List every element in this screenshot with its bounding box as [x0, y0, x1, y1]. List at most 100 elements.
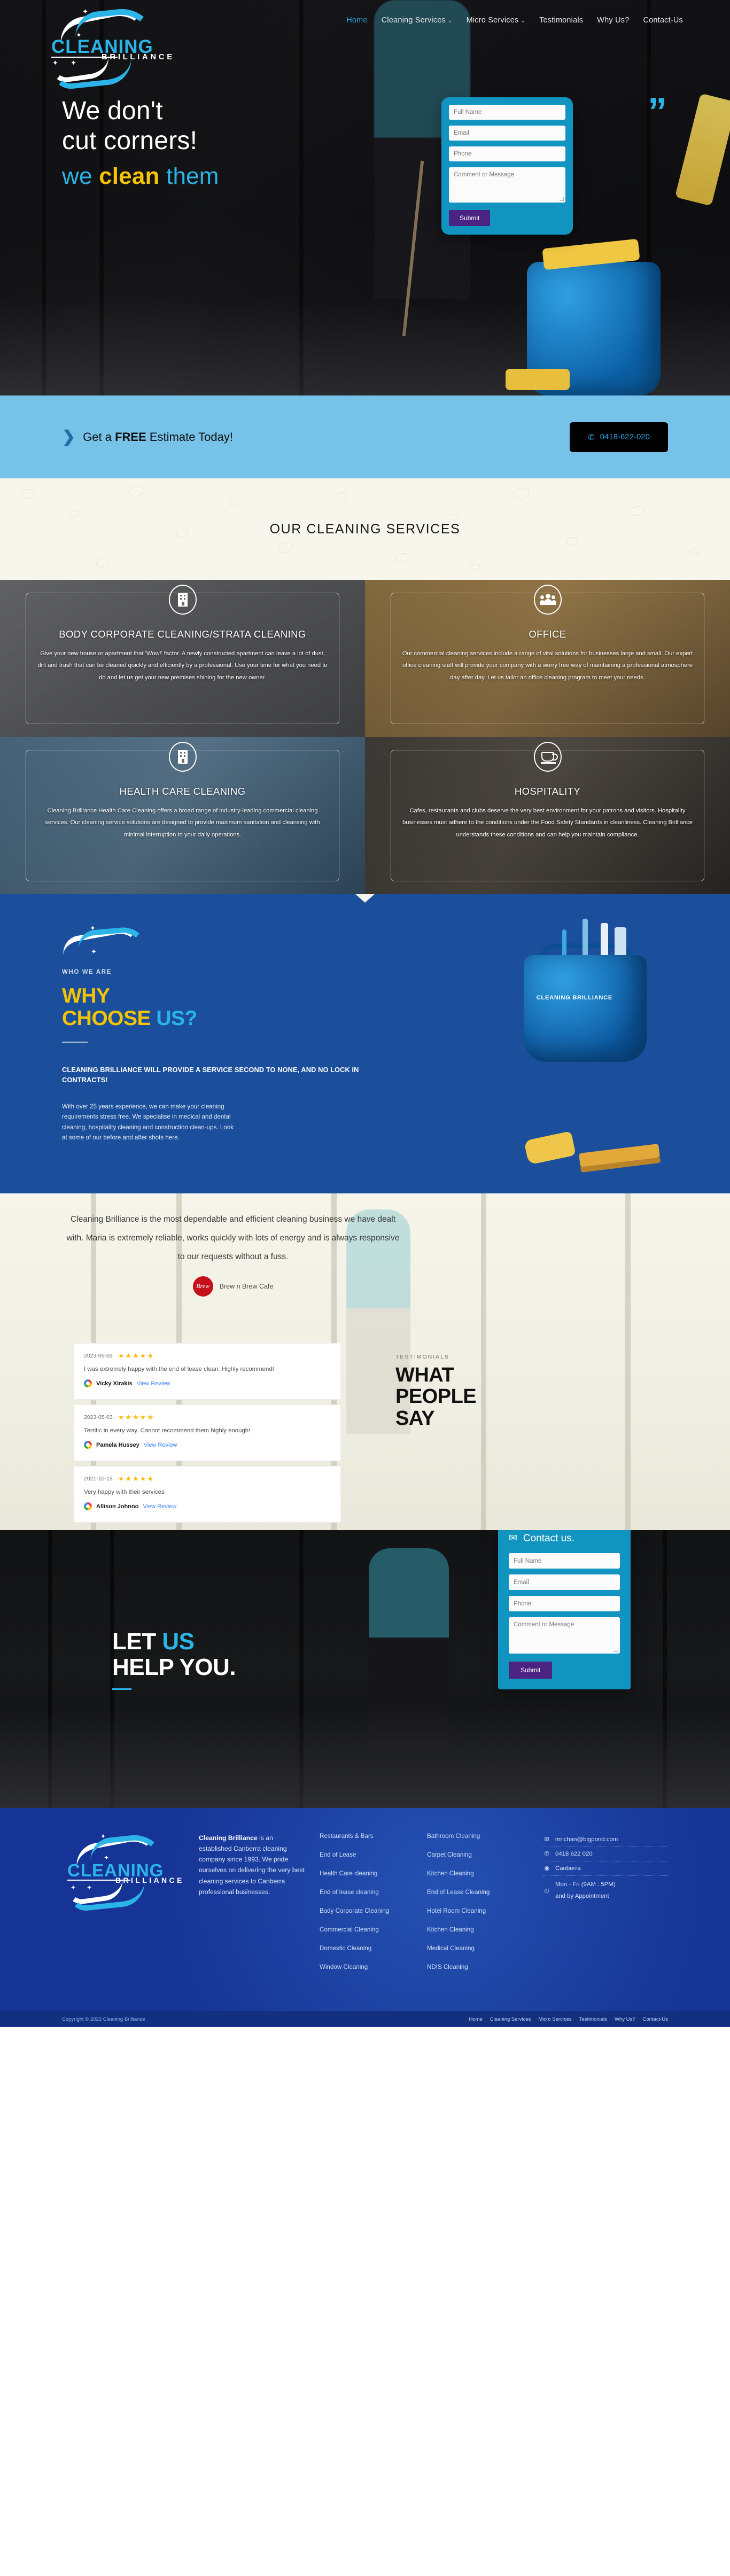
mail-icon: ✉ [509, 1533, 517, 1544]
footer-link[interactable]: Restaurants & Bars [320, 1833, 413, 1840]
contact-submit-button[interactable]: Submit [509, 1662, 553, 1679]
hero-submit-button[interactable]: Submit [449, 210, 491, 226]
service-card-hospitality[interactable]: HOSPITALITY Cafes, restaurants and clubs… [365, 737, 730, 894]
review-card: 2023-05-03 ★★★★★ I was extremely happy w… [74, 1343, 341, 1400]
review-card: 2023-05-03 ★★★★★ Terrific in every way. … [74, 1405, 341, 1461]
why-logo-swoosh: ✦ ✦ [60, 924, 153, 962]
footer-phone-row[interactable]: ✆ 0418 622 020 [543, 1847, 668, 1861]
site-logo[interactable]: ✦ ✦ CLEANING BRILLIANCE ✦ ✦ [45, 4, 172, 91]
page-root: ✦ ✦ CLEANING BRILLIANCE ✦ ✦ Home Cleanin… [0, 0, 730, 2576]
service-card-body: Our commercial cleaning services include… [402, 650, 693, 681]
view-review-link[interactable]: View Review [143, 1503, 176, 1510]
footer-link[interactable]: Kitchen Cleaning [427, 1870, 521, 1877]
phone-icon: ✆ [544, 1851, 549, 1857]
review-date: 2021-10-13 [84, 1476, 113, 1482]
contact-heading: LET US HELP YOU. [112, 1628, 236, 1681]
footer-nav-contact-us[interactable]: Contact-Us [642, 2016, 668, 2022]
footer-email: mrichan@bigpond.com [555, 1836, 618, 1843]
footer-link[interactable]: End of lease cleaning [320, 1889, 413, 1896]
phone-cta-button[interactable]: ✆ 0418-622-020 [570, 422, 668, 452]
hero-copy: We don't cut corners! we clean them [62, 96, 219, 190]
footer-logo[interactable]: ✦ ✦ CLEANING BRILLIANCE ✦ ✦ [62, 1831, 185, 1913]
estimate-text-group: ❯ Get a FREE Estimate Today! [62, 429, 233, 445]
quote-mark-icon: ” [648, 90, 667, 133]
nav-item-why-us[interactable]: Why Us? [597, 16, 629, 25]
hero-full-name-input[interactable]: Full Name [449, 105, 565, 120]
footer-nav-home[interactable]: Home [469, 2016, 482, 2022]
footer-link[interactable]: Kitchen Cleaning [427, 1926, 521, 1933]
footer-nav-why-us[interactable]: Why Us? [615, 2016, 635, 2022]
contact-full-name-input[interactable]: Full Name [509, 1553, 620, 1569]
service-card-body: Cleaning Brilliance Health Care Cleaning… [45, 807, 320, 839]
footer-services-column-1: Restaurants & Bars End of Lease Health C… [320, 1833, 413, 1982]
star-icon: ✦ [71, 59, 76, 67]
star-icon: ✦ [52, 59, 58, 67]
star-icon: ✦ [71, 1884, 76, 1891]
star-icon: ✦ [87, 1884, 92, 1891]
review-date: 2023-05-03 [84, 1353, 113, 1359]
review-date: 2023-05-03 [84, 1414, 113, 1421]
hero-quote-form: Full Name Email Phone Comment or Message… [441, 97, 573, 235]
footer-link[interactable]: Commercial Cleaning [320, 1926, 413, 1933]
building-icon [168, 584, 197, 615]
hero-message-textarea[interactable]: Comment or Message [449, 167, 565, 203]
service-card-body-corporate[interactable]: BODY CORPORATE CLEANING/STRATA CLEANING … [0, 580, 365, 737]
why-kicker: WHO WE ARE [62, 969, 112, 975]
footer-link[interactable]: Window Cleaning [320, 1964, 413, 1970]
footer-link[interactable]: Health Care cleaning [320, 1870, 413, 1877]
copyright-links: Home Cleaning Services Micro Services Te… [469, 2016, 668, 2022]
footer-link[interactable]: Body Corporate Cleaning [320, 1907, 413, 1914]
copyright-bar: Copyright © 2023 Cleaning Brilliance Hom… [0, 2011, 730, 2027]
contact-form-title: ✉ Contact us. [509, 1532, 575, 1545]
service-card-body: Cafes, restaurants and clubs deserve the… [402, 807, 693, 839]
why-heading: WHY CHOOSE US? [62, 984, 197, 1030]
chevron-down-icon: ⌄ [448, 18, 453, 24]
footer-email-row[interactable]: ✉ mrichan@bigpond.com [543, 1833, 668, 1847]
contact-message-textarea[interactable]: Comment or Message [509, 1617, 620, 1654]
contact-email-input[interactable]: Email [509, 1574, 620, 1590]
footer-nav-cleaning-services[interactable]: Cleaning Services [490, 2016, 531, 2022]
nav-item-contact-us[interactable]: Contact-Us [643, 16, 683, 25]
building-glyph [177, 592, 188, 607]
footer-link[interactable]: Medical Cleaning [427, 1945, 521, 1952]
building-glyph [177, 749, 188, 764]
building-icon [168, 741, 197, 772]
footer-link[interactable]: Bathroom Cleaning [427, 1833, 521, 1840]
contact-divider [112, 1688, 131, 1690]
footer-link[interactable]: Domestic Cleaning [320, 1945, 413, 1952]
footer-link[interactable]: Hotel Room Cleaning [427, 1907, 521, 1914]
hero-squeegee-photo [674, 93, 730, 206]
nav-item-home[interactable]: Home [346, 16, 367, 25]
service-card-health-care[interactable]: HEALTH CARE CLEANING Cleaning Brilliance… [0, 737, 365, 894]
footer-nav-testimonials[interactable]: Testimonials [579, 2016, 607, 2022]
why-body: With over 25 years experience, we can ma… [62, 1103, 234, 1141]
hero-phone-input[interactable]: Phone [449, 146, 565, 161]
nav-item-testimonials[interactable]: Testimonials [539, 16, 583, 25]
hero-email-input[interactable]: Email [449, 126, 565, 141]
star-rating-icon: ★★★★★ [118, 1352, 154, 1360]
estimate-text: Get a FREE Estimate Today! [83, 430, 233, 444]
footer-link[interactable]: End of Lease Cleaning [427, 1889, 521, 1896]
service-card-body: Give your new house or apartment that 'W… [37, 650, 328, 681]
view-review-link[interactable]: View Review [137, 1380, 170, 1387]
footer-services-column-2: Bathroom Cleaning Carpet Cleaning Kitche… [427, 1833, 521, 1982]
nav-item-cleaning-services[interactable]: Cleaning Services ⌄ [382, 16, 453, 25]
featured-testimonial-quote: Cleaning Brilliance is the most dependab… [66, 1215, 400, 1261]
services-title: OUR CLEANING SERVICES [269, 521, 461, 537]
footer-link[interactable]: Carpet Cleaning [427, 1851, 521, 1858]
footer-hours-row: ◴ Mon - Fri (9AM : 5PM) and by Appointme… [543, 1876, 668, 1906]
nav-item-micro-services[interactable]: Micro Services ⌄ [467, 16, 525, 25]
hero-subheadline: we clean them [62, 163, 219, 190]
service-card-title: OFFICE [529, 628, 566, 640]
footer-link[interactable]: NDIS Cleaning [427, 1964, 521, 1970]
google-icon [84, 1379, 92, 1387]
featured-testimonial-client: Brew Brew n Brew Cafe [62, 1276, 404, 1297]
view-review-link[interactable]: View Review [144, 1442, 177, 1448]
footer-link[interactable]: End of Lease [320, 1851, 413, 1858]
review-author: Allison Johnno [96, 1503, 139, 1510]
why-bucket-photo [524, 955, 647, 1062]
footer-phone: 0418 622 020 [555, 1850, 593, 1857]
service-card-office[interactable]: OFFICE Our commercial cleaning services … [365, 580, 730, 737]
contact-phone-input[interactable]: Phone [509, 1596, 620, 1611]
footer-nav-micro-services[interactable]: Micro Services [538, 2016, 571, 2022]
